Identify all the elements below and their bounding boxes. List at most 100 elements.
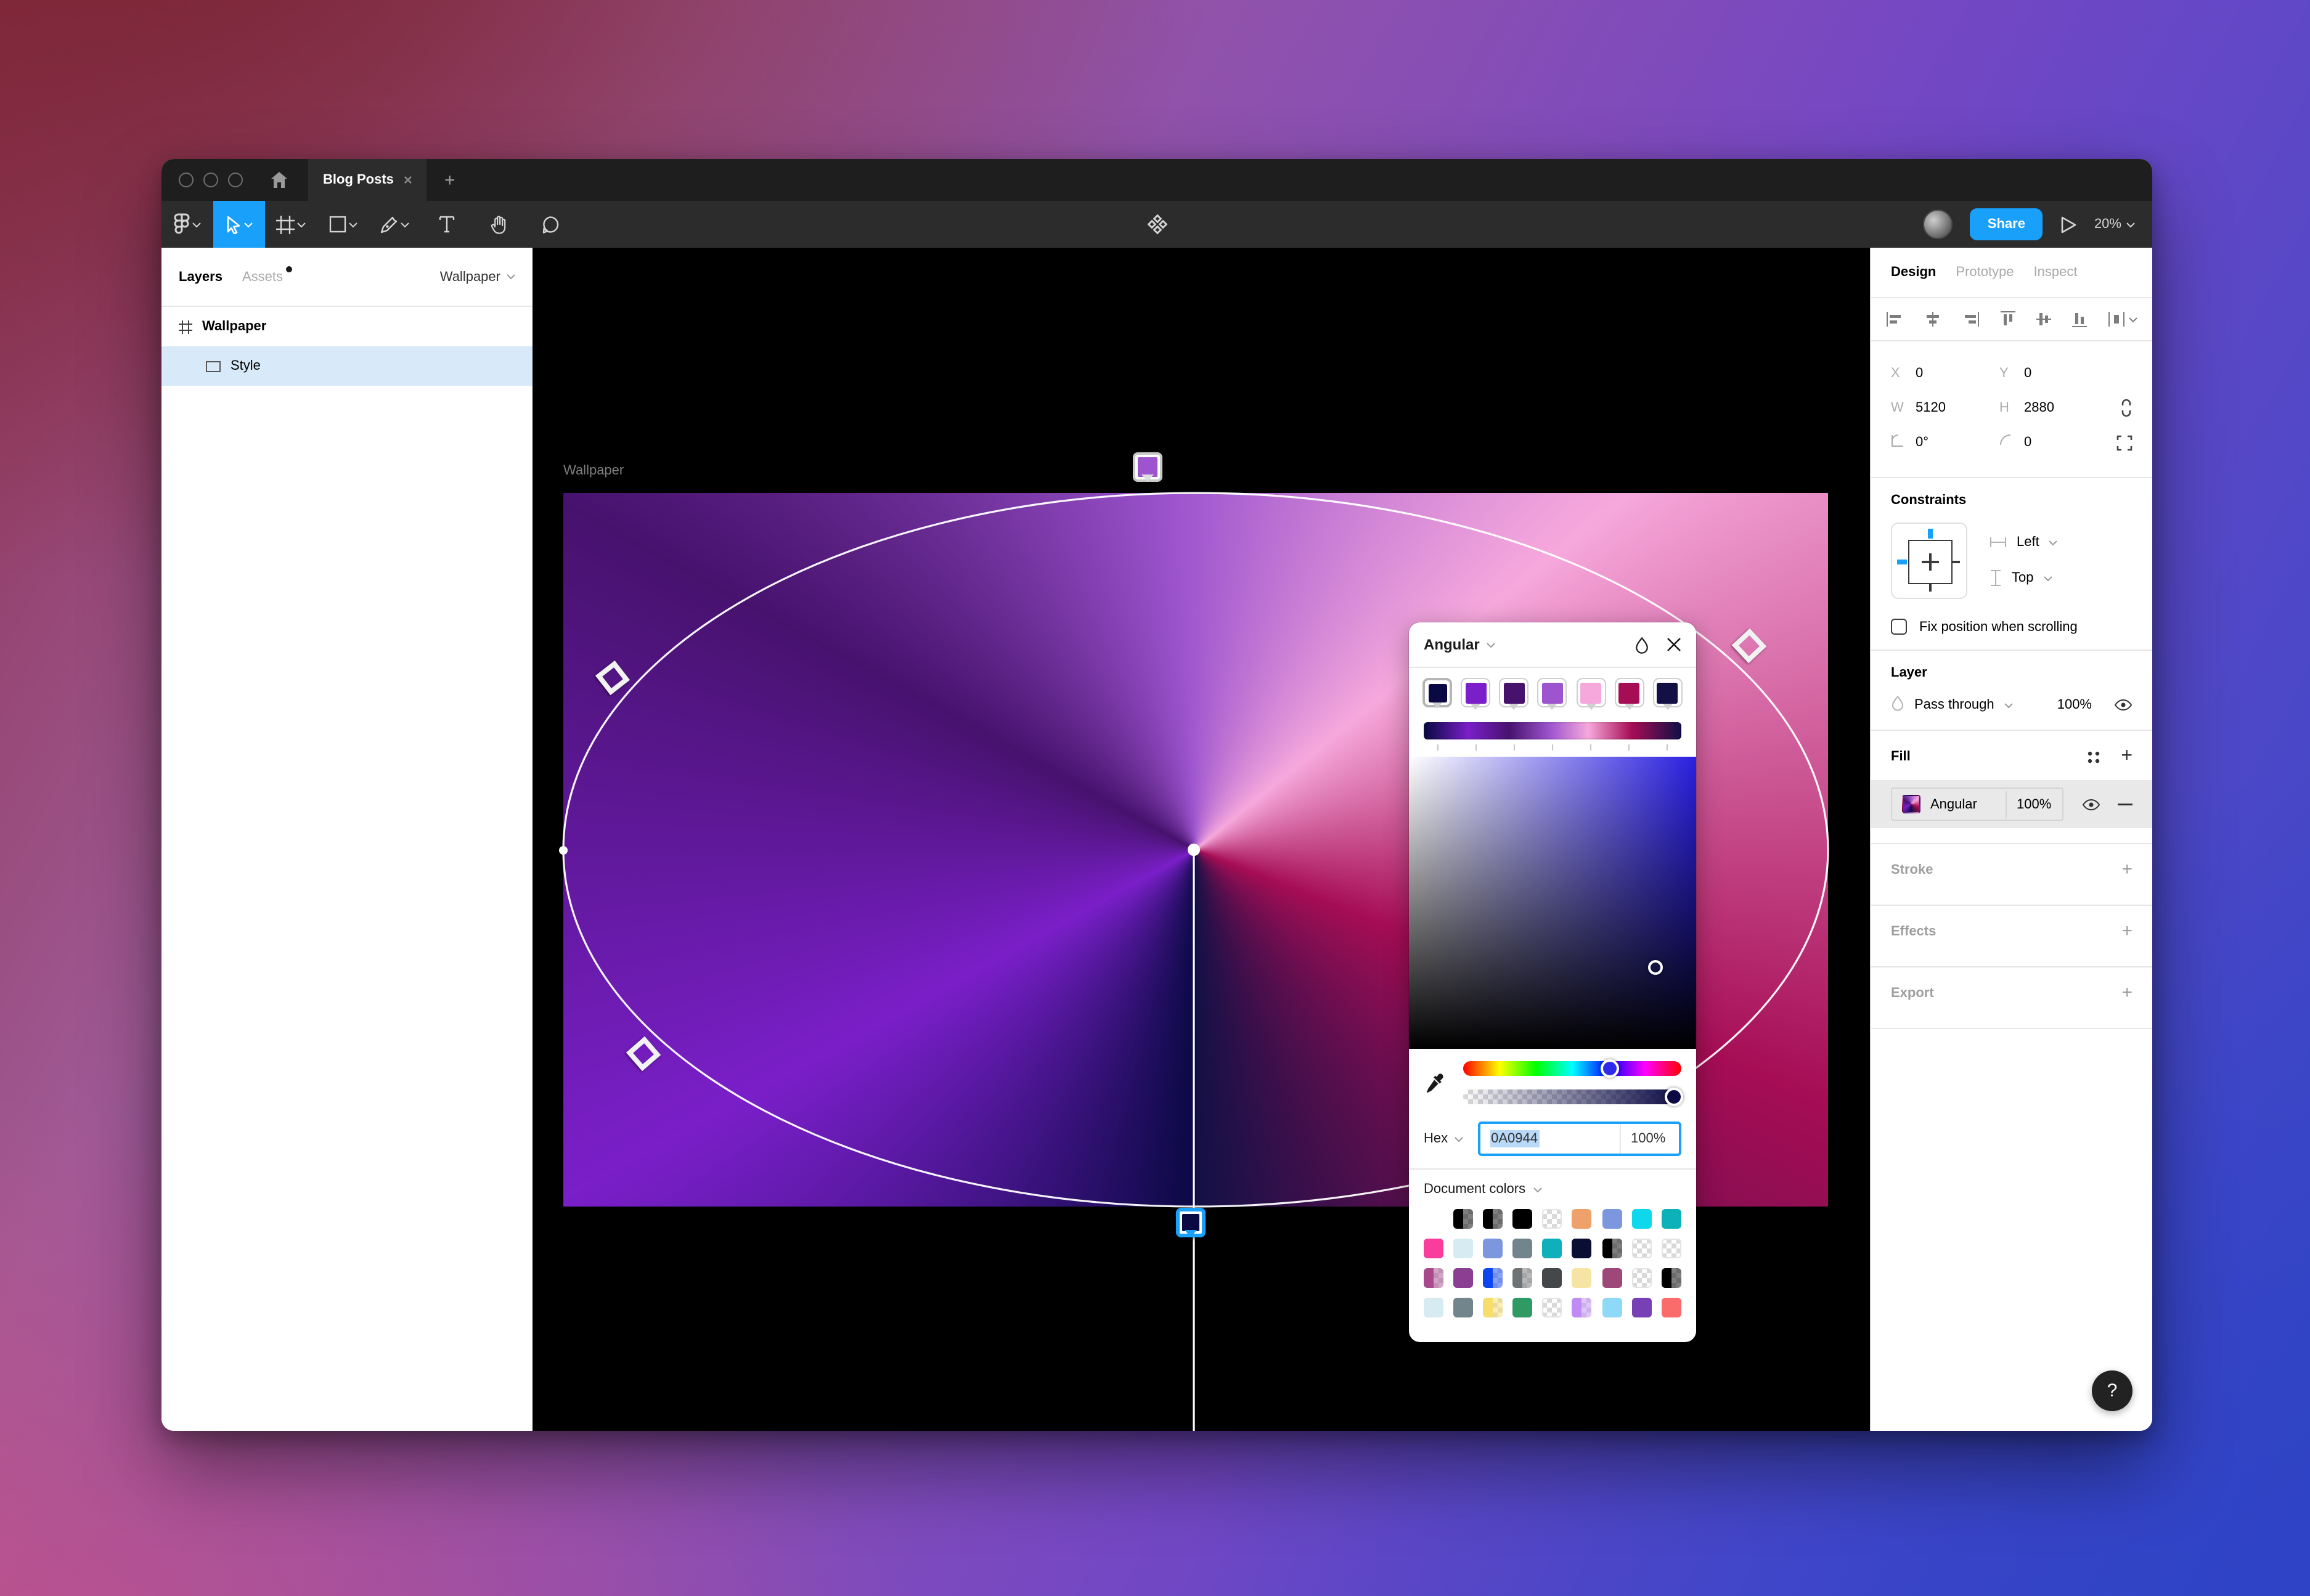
eyedropper-icon[interactable] bbox=[1424, 1070, 1448, 1095]
alpha-slider-knob[interactable] bbox=[1665, 1088, 1683, 1106]
y-position-field[interactable]: Y 0 bbox=[1999, 366, 2108, 381]
color-format-dropdown[interactable]: Hex bbox=[1424, 1131, 1463, 1146]
document-color-swatch[interactable] bbox=[1631, 1209, 1651, 1229]
share-button[interactable]: Share bbox=[1970, 208, 2043, 240]
document-color-swatch[interactable] bbox=[1543, 1298, 1562, 1317]
add-stroke-icon[interactable]: + bbox=[2121, 859, 2132, 880]
document-color-swatch[interactable] bbox=[1543, 1239, 1562, 1258]
gradient-stop-handle-selected[interactable] bbox=[1176, 1208, 1206, 1237]
document-color-swatch[interactable] bbox=[1572, 1268, 1592, 1288]
hue-slider[interactable] bbox=[1463, 1061, 1681, 1076]
close-window-button[interactable] bbox=[179, 173, 194, 187]
picker-gradient-stop[interactable] bbox=[1500, 678, 1529, 707]
document-color-swatch[interactable] bbox=[1631, 1268, 1651, 1288]
document-color-swatch[interactable] bbox=[1424, 1268, 1443, 1288]
layer-opacity-value[interactable]: 100% bbox=[2057, 698, 2092, 712]
zoom-level-dropdown[interactable]: 20% bbox=[2094, 217, 2135, 232]
align-top-icon[interactable] bbox=[2001, 311, 2015, 328]
help-button[interactable]: ? bbox=[2092, 1370, 2132, 1411]
rotation-field[interactable]: 0° bbox=[1891, 434, 1999, 451]
corner-radius-field[interactable]: 0 bbox=[1999, 434, 2108, 451]
move-tool-button[interactable] bbox=[213, 201, 265, 248]
fill-opacity-field[interactable]: 100% bbox=[2006, 791, 2062, 818]
height-field[interactable]: H 2880 bbox=[1999, 401, 2108, 415]
layer-row-wallpaper[interactable]: Wallpaper bbox=[161, 307, 533, 346]
shape-tool-button[interactable] bbox=[317, 201, 369, 248]
zoom-window-button[interactable] bbox=[228, 173, 243, 187]
fill-type-button[interactable]: Angular bbox=[1892, 789, 2006, 820]
gradient-preview-bar[interactable] bbox=[1424, 722, 1681, 739]
minimize-window-button[interactable] bbox=[203, 173, 218, 187]
document-color-swatch[interactable] bbox=[1572, 1239, 1592, 1258]
tab-prototype[interactable]: Prototype bbox=[1956, 265, 2014, 280]
document-color-swatch[interactable] bbox=[1602, 1268, 1622, 1288]
align-bottom-icon[interactable] bbox=[2072, 311, 2087, 328]
picker-gradient-stop[interactable] bbox=[1576, 678, 1606, 707]
document-color-swatch[interactable] bbox=[1453, 1209, 1473, 1229]
opacity-input[interactable]: 100% bbox=[1620, 1124, 1679, 1154]
add-effect-icon[interactable]: + bbox=[2121, 921, 2132, 942]
distribute-dropdown[interactable] bbox=[2108, 312, 2137, 327]
document-color-swatch[interactable] bbox=[1453, 1298, 1473, 1317]
hand-tool-button[interactable] bbox=[472, 201, 524, 248]
document-color-swatch[interactable] bbox=[1662, 1209, 1681, 1229]
document-color-swatch[interactable] bbox=[1602, 1298, 1622, 1317]
hue-slider-knob[interactable] bbox=[1600, 1059, 1618, 1078]
document-color-swatch[interactable] bbox=[1513, 1239, 1533, 1258]
tab-close-icon[interactable]: × bbox=[404, 171, 412, 189]
document-color-swatch[interactable] bbox=[1483, 1209, 1503, 1229]
document-color-swatch[interactable] bbox=[1572, 1209, 1592, 1229]
picker-gradient-stop[interactable] bbox=[1461, 678, 1490, 707]
align-horizontal-center-icon[interactable] bbox=[1924, 312, 1941, 327]
document-color-swatch[interactable] bbox=[1602, 1209, 1622, 1229]
gradient-type-dropdown[interactable]: Angular bbox=[1424, 636, 1480, 653]
vertical-constraint-dropdown[interactable]: Top bbox=[1990, 569, 2058, 587]
document-color-swatch[interactable] bbox=[1424, 1298, 1443, 1317]
present-play-icon[interactable] bbox=[2060, 215, 2077, 234]
layer-row-style[interactable]: Style bbox=[161, 346, 533, 386]
new-tab-button[interactable]: + bbox=[427, 159, 473, 201]
picker-gradient-stop[interactable] bbox=[1538, 678, 1567, 707]
document-color-swatch[interactable] bbox=[1631, 1298, 1651, 1317]
gradient-stop-handle-top[interactable] bbox=[1133, 452, 1162, 482]
text-tool-button[interactable] bbox=[420, 201, 472, 248]
saturation-value-field[interactable] bbox=[1409, 757, 1696, 1049]
frame-name-label[interactable]: Wallpaper bbox=[563, 463, 624, 478]
document-colors-dropdown[interactable]: Document colors bbox=[1424, 1182, 1681, 1197]
document-color-swatch[interactable] bbox=[1513, 1209, 1533, 1229]
remove-fill-minus-icon[interactable] bbox=[2118, 803, 2132, 805]
blend-droplet-icon[interactable] bbox=[1635, 635, 1649, 654]
document-color-swatch[interactable] bbox=[1543, 1268, 1562, 1288]
tab-layers[interactable]: Layers bbox=[179, 269, 222, 284]
document-color-swatch[interactable] bbox=[1662, 1268, 1681, 1288]
close-icon[interactable] bbox=[1667, 637, 1681, 652]
constrain-proportions-toggle[interactable] bbox=[2120, 398, 2132, 418]
color-field-knob[interactable] bbox=[1649, 959, 1663, 974]
document-color-swatch[interactable] bbox=[1662, 1239, 1681, 1258]
document-color-swatch[interactable] bbox=[1572, 1298, 1592, 1317]
fill-visibility-eye-icon[interactable] bbox=[2082, 798, 2100, 810]
hex-input[interactable]: 0A0944 bbox=[1480, 1124, 1620, 1154]
add-fill-icon[interactable]: + bbox=[2121, 746, 2132, 768]
page-selector-dropdown[interactable]: Wallpaper bbox=[440, 269, 515, 284]
x-position-field[interactable]: X 0 bbox=[1891, 366, 1999, 381]
horizontal-constraint-dropdown[interactable]: Left bbox=[1990, 535, 2058, 550]
document-color-swatch[interactable] bbox=[1483, 1298, 1503, 1317]
alpha-slider[interactable] bbox=[1463, 1089, 1681, 1104]
align-right-icon[interactable] bbox=[1962, 312, 1980, 327]
document-color-swatch[interactable] bbox=[1543, 1209, 1562, 1229]
document-color-swatch[interactable] bbox=[1424, 1209, 1443, 1229]
fix-position-checkbox-row[interactable]: Fix position when scrolling bbox=[1891, 619, 2132, 635]
fill-row[interactable]: Angular 100% bbox=[1871, 780, 2152, 828]
document-color-swatch[interactable] bbox=[1631, 1239, 1651, 1258]
user-avatar[interactable] bbox=[1924, 210, 1953, 239]
layer-visibility-eye-icon[interactable] bbox=[2114, 699, 2132, 711]
document-color-swatch[interactable] bbox=[1513, 1298, 1533, 1317]
tab-inspect[interactable]: Inspect bbox=[2034, 265, 2078, 280]
checkbox[interactable] bbox=[1891, 619, 1907, 635]
document-color-swatch[interactable] bbox=[1662, 1298, 1681, 1317]
picker-gradient-stop[interactable] bbox=[1615, 678, 1644, 707]
tab-assets[interactable]: Assets bbox=[242, 269, 283, 284]
comment-tool-button[interactable] bbox=[524, 201, 576, 248]
frame-tool-button[interactable] bbox=[265, 201, 317, 248]
